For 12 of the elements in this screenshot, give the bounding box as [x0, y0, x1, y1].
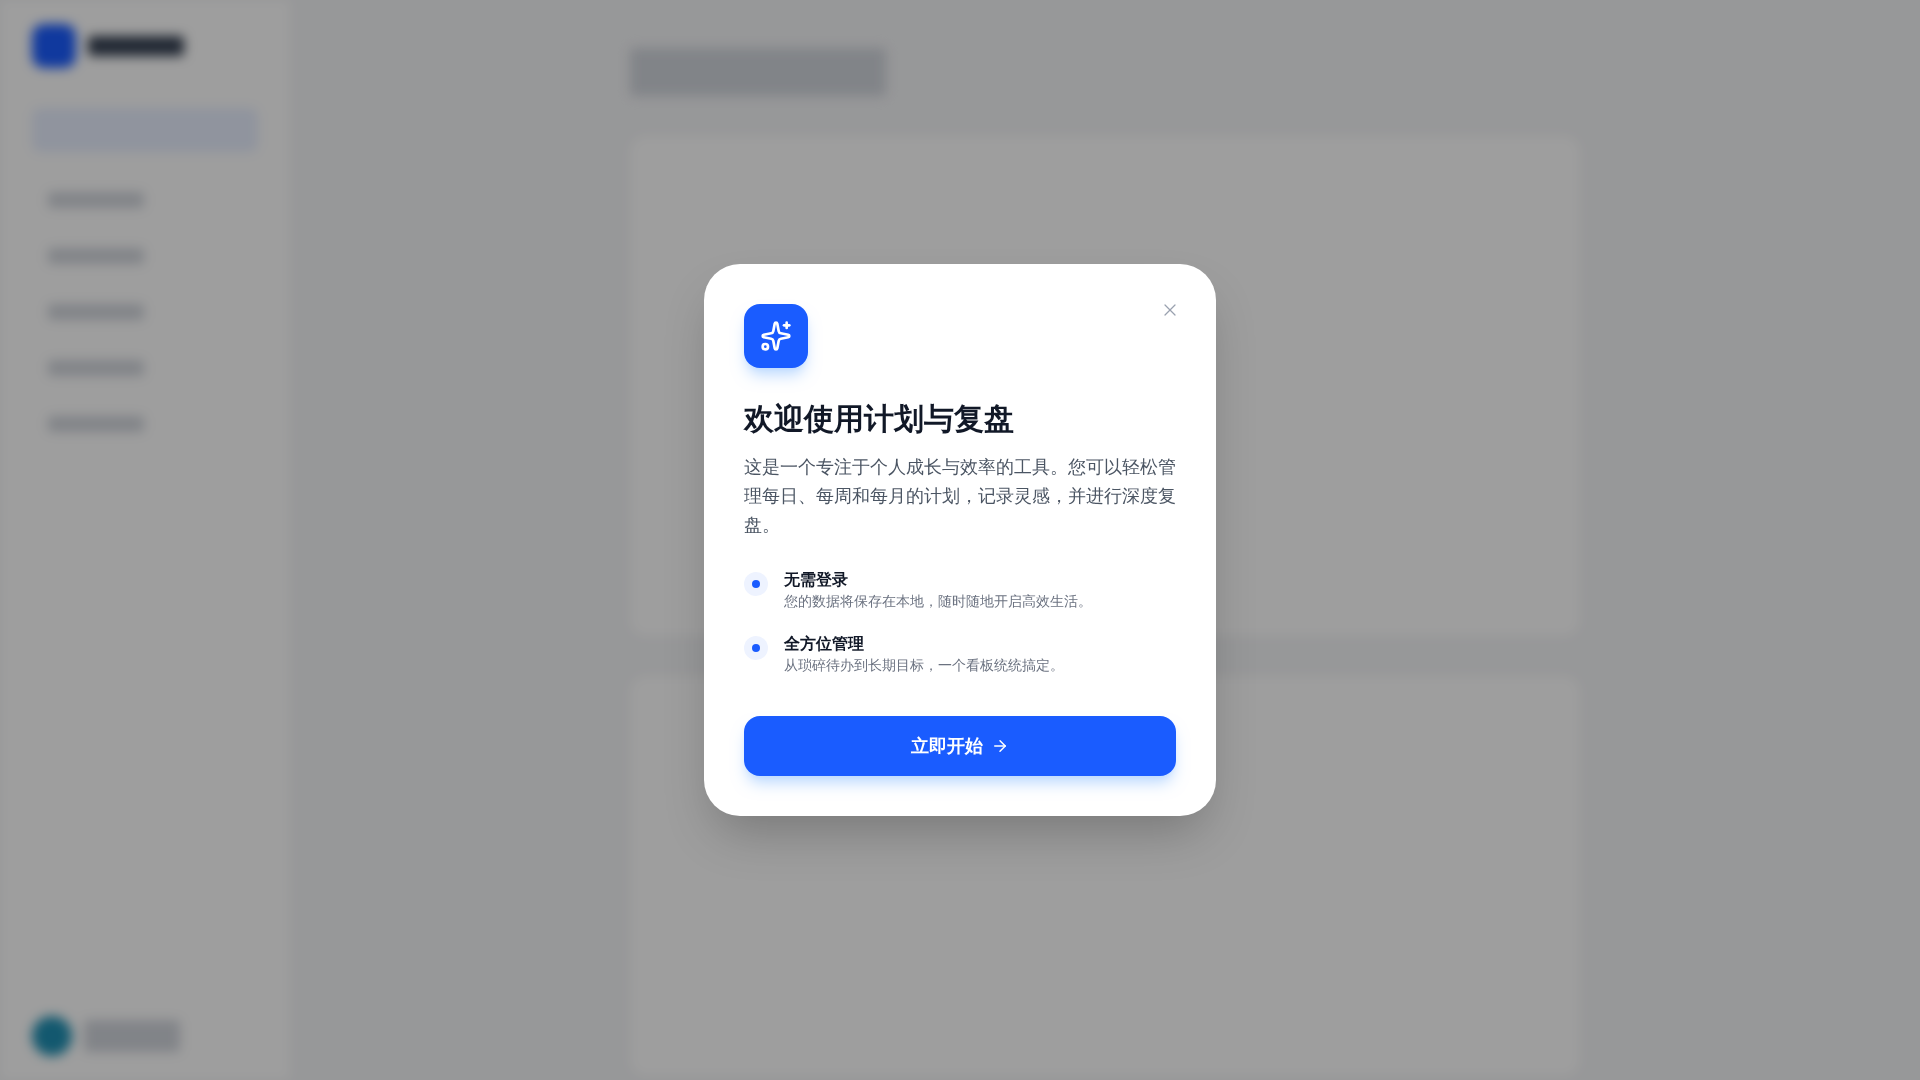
- start-button[interactable]: 立即开始: [744, 716, 1176, 777]
- bullet-icon: [744, 572, 768, 597]
- feature-text: 从琐碎待办到长期目标，一个看板统统搞定。: [784, 657, 1064, 676]
- bullet-icon: [744, 636, 768, 661]
- feature-title: 全方位管理: [784, 634, 865, 655]
- feature-text: 您的数据将保存在本地，随时随地开启高效生活。: [784, 593, 1092, 612]
- feature-title: 无需登录: [784, 570, 849, 591]
- avatar: [32, 1016, 72, 1056]
- dialog-title: 欢迎使用计划与复盘: [744, 400, 1015, 437]
- sparkles-icon: [744, 303, 808, 368]
- dialog-description: 这是一个专注于个人成长与效率的工具。您可以轻松管理每日、每周和每月的计划，记录灵感，并进行深度复盘。: [744, 456, 1176, 538]
- logo: [32, 24, 76, 68]
